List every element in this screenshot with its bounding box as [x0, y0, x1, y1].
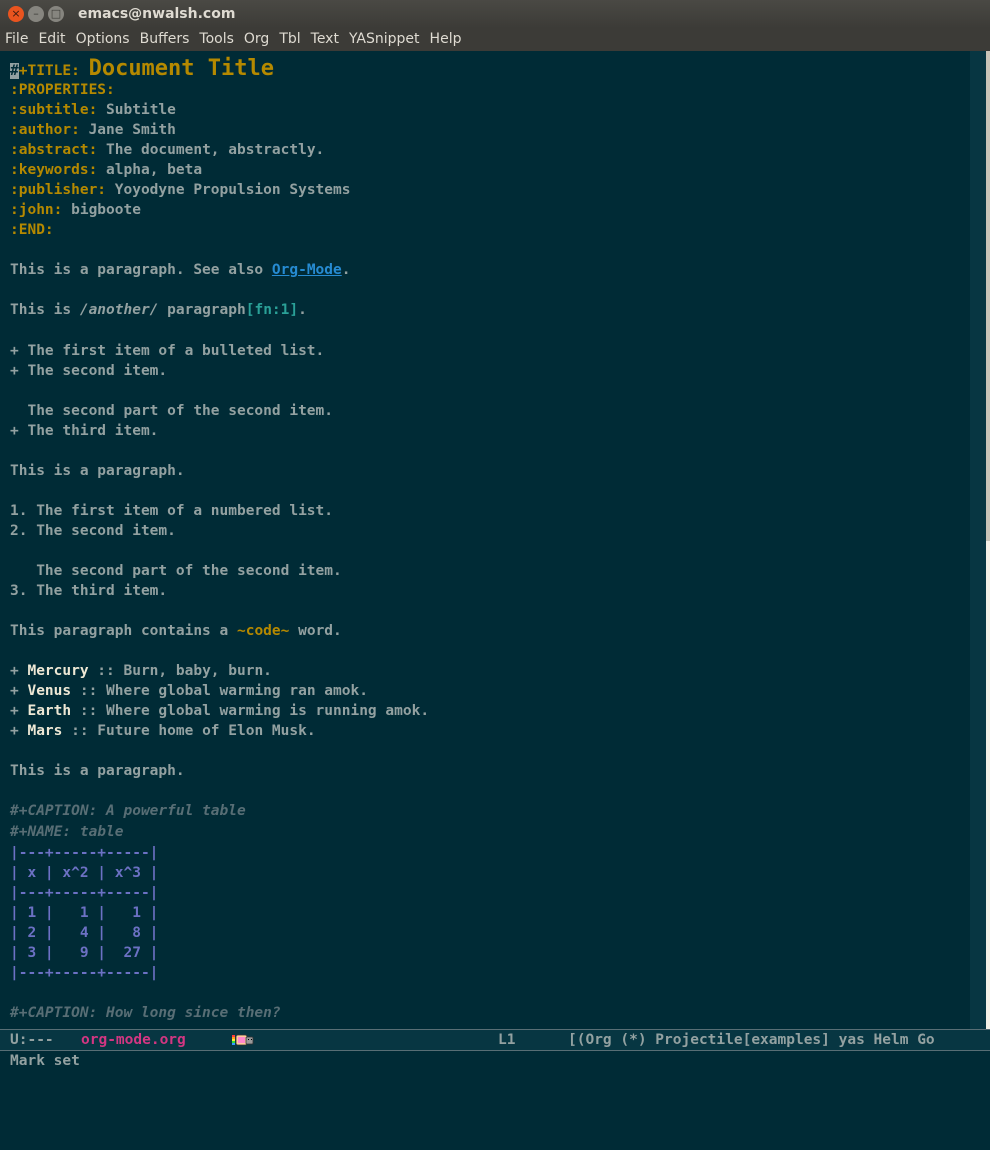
- paragraph-line: This is /another/ paragraph[fn:1].: [10, 300, 307, 320]
- paragraph-text: word.: [289, 623, 342, 639]
- text-cursor: #: [10, 63, 19, 79]
- maximize-window-button[interactable]: □: [48, 6, 64, 22]
- definition-desc: :: Where global warming is running amok.: [71, 703, 430, 719]
- paragraph-line: This is a paragraph.: [10, 463, 185, 479]
- definition-desc: :: Future home of Elon Musk.: [62, 723, 316, 739]
- property-line: :subtitle: Subtitle: [10, 100, 176, 120]
- menu-tools[interactable]: Tools: [194, 28, 239, 51]
- table-row: | x | x^2 | x^3 |: [10, 865, 159, 881]
- menu-tbl[interactable]: Tbl: [274, 28, 305, 51]
- menubar: File Edit Options Buffers Tools Org Tbl …: [0, 28, 990, 51]
- menu-options[interactable]: Options: [71, 28, 135, 51]
- property-line: :author: Jane Smith: [10, 120, 176, 140]
- definition-term: Venus: [27, 683, 72, 699]
- property-key: :abstract:: [10, 142, 98, 158]
- table-row: | 1 | 1 | 1 |: [10, 905, 159, 921]
- menu-edit[interactable]: Edit: [33, 28, 70, 51]
- bullet-list-item: + The third item.: [10, 423, 159, 439]
- definition-item: + Earth :: Where global warming is runni…: [10, 703, 430, 719]
- bullet-list-item: The second part of the second item.: [10, 403, 334, 419]
- property-key: :keywords:: [10, 162, 98, 178]
- nyan-cat-icon: [232, 1034, 254, 1046]
- code-word: ~code~: [236, 623, 290, 639]
- footnote-link[interactable]: [fn:1]: [246, 302, 298, 318]
- definition-term: Mars: [27, 723, 63, 739]
- echo-area: Mark set: [0, 1051, 990, 1071]
- paragraph-line: This paragraph contains a ~code~ word.: [10, 621, 342, 641]
- paragraph-line: This is a paragraph.: [10, 763, 185, 779]
- paragraph-text: .: [298, 302, 307, 318]
- title-line: #+TITLE: Document Title: [10, 55, 274, 83]
- table-row: | 3 | 9 | 27 |: [10, 945, 159, 961]
- scrollbar-thumb[interactable]: [986, 51, 990, 541]
- italic-text: /another/: [79, 302, 159, 318]
- property-value: Jane Smith: [79, 122, 176, 138]
- bullet-list-item: + The second item.: [10, 363, 168, 379]
- definition-desc: :: Where global warming ran amok.: [71, 683, 368, 699]
- caption-line: #+CAPTION: How long since then?: [10, 1005, 281, 1021]
- property-value: The document, abstractly.: [97, 142, 325, 158]
- property-value: Subtitle: [97, 102, 176, 118]
- numbered-list-item: 2. The second item.: [10, 523, 176, 539]
- table-row: | 2 | 4 | 8 |: [10, 925, 159, 941]
- org-mode-link[interactable]: Org-Mode: [272, 262, 342, 278]
- definition-term: Mercury: [27, 663, 89, 679]
- table-row: |---+-----+-----|: [10, 965, 159, 981]
- table-row: |---+-----+-----|: [10, 845, 159, 861]
- property-value: alpha, beta: [97, 162, 203, 178]
- window-title: emacs@nwalsh.com: [78, 6, 236, 22]
- menu-help[interactable]: Help: [425, 28, 467, 51]
- definition-desc: :: Burn, baby, burn.: [88, 663, 272, 679]
- numbered-list-item: The second part of the second item.: [10, 563, 342, 579]
- property-line: :abstract: The document, abstractly.: [10, 140, 324, 160]
- paragraph-text: This paragraph contains a: [10, 623, 237, 639]
- bullet-list-item: + The first item of a bulleted list.: [10, 343, 325, 359]
- minimize-window-button[interactable]: –: [28, 6, 44, 22]
- menu-buffers[interactable]: Buffers: [135, 28, 195, 51]
- mode-line: U:--- org-mode.org L1 [(Org (*) Projecti…: [0, 1029, 990, 1051]
- paragraph-line: This is a paragraph. See also Org-Mode.: [10, 260, 350, 280]
- definition-term: Earth: [27, 703, 72, 719]
- paragraph-text: This is a paragraph. See also: [10, 262, 272, 278]
- property-key: :END:: [10, 222, 54, 238]
- paragraph-text: This is: [10, 302, 80, 318]
- menu-file[interactable]: File: [0, 28, 33, 51]
- close-window-button[interactable]: ×: [8, 6, 24, 22]
- property-value: bigboote: [62, 202, 141, 218]
- numbered-list-item: 1. The first item of a numbered list.: [10, 503, 334, 519]
- paragraph-text: .: [341, 262, 351, 278]
- menu-yasnippet[interactable]: YASnippet: [344, 28, 425, 51]
- line-number: L1: [498, 1032, 516, 1048]
- definition-item: + Mars :: Future home of Elon Musk.: [10, 723, 316, 739]
- vertical-scrollbar[interactable]: [970, 51, 990, 1029]
- property-key: :author:: [10, 122, 80, 138]
- menu-text[interactable]: Text: [306, 28, 344, 51]
- property-line: :END:: [10, 220, 54, 240]
- property-line: :john: bigboote: [10, 200, 141, 220]
- menu-org[interactable]: Org: [239, 28, 274, 51]
- buffer-status: U:---: [10, 1032, 54, 1048]
- property-line: :keywords: alpha, beta: [10, 160, 202, 180]
- title-keyword: +TITLE:: [18, 63, 80, 79]
- definition-item: + Venus :: Where global warming ran amok…: [10, 683, 368, 699]
- buffer-name[interactable]: org-mode.org: [81, 1030, 186, 1050]
- paragraph-text: paragraph: [158, 302, 246, 318]
- property-key: :john:: [10, 202, 63, 218]
- property-line: :PROPERTIES:: [10, 80, 115, 100]
- document-title: Document Title: [88, 56, 275, 81]
- property-key: :subtitle:: [10, 102, 98, 118]
- property-value: Yoyodyne Propulsion Systems: [106, 182, 351, 198]
- name-line: #+NAME: table: [10, 824, 124, 840]
- active-modes[interactable]: [(Org (*) Projectile[examples] yas Helm …: [568, 1030, 935, 1050]
- window-titlebar: × – □ emacs@nwalsh.com: [0, 0, 990, 28]
- table-row: |---+-----+-----|: [10, 885, 159, 901]
- property-key: :publisher:: [10, 182, 107, 198]
- property-key: :PROPERTIES:: [10, 82, 115, 98]
- numbered-list-item: 3. The third item.: [10, 583, 168, 599]
- property-line: :publisher: Yoyodyne Propulsion Systems: [10, 180, 350, 200]
- editor-buffer[interactable]: #+TITLE: Document Title :PROPERTIES: :su…: [0, 51, 970, 1029]
- caption-line: #+CAPTION: A powerful table: [10, 803, 246, 819]
- definition-item: + Mercury :: Burn, baby, burn.: [10, 663, 272, 679]
